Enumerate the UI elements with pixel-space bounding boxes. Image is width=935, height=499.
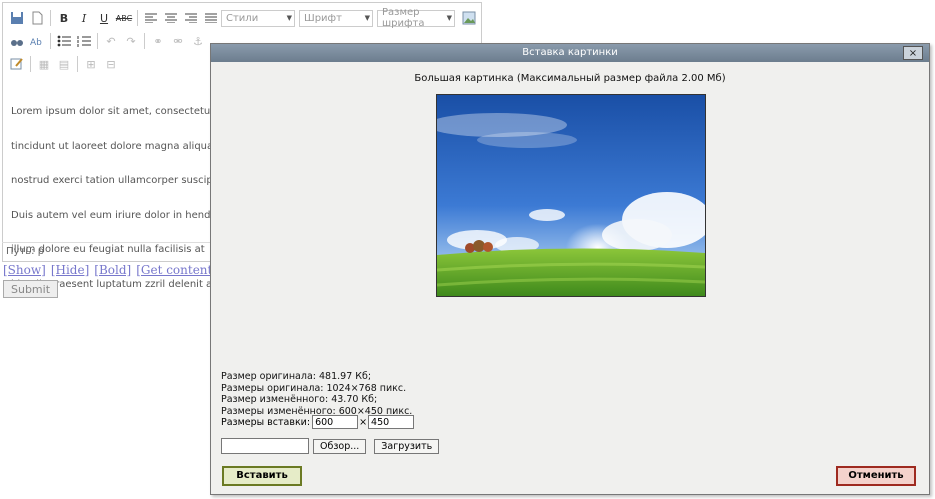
- toolbar-divider: [97, 33, 98, 49]
- chevron-down-icon: ▼: [446, 13, 452, 22]
- width-input[interactable]: [312, 415, 359, 429]
- table-props-icon[interactable]: ▤: [54, 54, 74, 74]
- redo-icon[interactable]: ↷: [121, 31, 141, 51]
- insert-dimensions-label: Размеры вставки:: [221, 416, 311, 428]
- original-dimensions-text: Размеры оригинала: 1024×768 пикс.: [221, 382, 407, 394]
- font-size-select[interactable]: Размер шрифта ▼: [377, 7, 455, 29]
- browse-button[interactable]: Обзор...: [313, 438, 367, 454]
- new-document-icon[interactable]: [27, 8, 47, 28]
- font-size-select-label: Размер шрифта: [382, 7, 425, 29]
- upload-button[interactable]: Загрузить: [374, 438, 440, 454]
- file-upload-row: Обзор... Загрузить: [221, 438, 440, 454]
- numbered-list-icon[interactable]: [74, 31, 94, 51]
- unlink-icon[interactable]: ⚮: [168, 31, 188, 51]
- insert-image-dialog: Вставка картинки × Большая картинка (Мак…: [210, 43, 930, 495]
- align-right-icon[interactable]: [181, 8, 201, 28]
- strikethrough-button[interactable]: ABC: [114, 8, 134, 28]
- toolbar-divider: [77, 56, 78, 72]
- image-info: Размер оригинала: 481.97 Кб; Размеры ори…: [221, 371, 412, 417]
- anchor-icon[interactable]: ⚓: [188, 31, 208, 51]
- close-icon[interactable]: ×: [903, 46, 923, 60]
- submit-button[interactable]: Submit: [3, 280, 58, 298]
- chevron-down-icon: ▼: [286, 13, 292, 22]
- bold-link[interactable]: [Bold]: [94, 263, 131, 277]
- bold-button[interactable]: B: [54, 8, 74, 28]
- align-justify-icon[interactable]: [201, 8, 221, 28]
- insert-row-icon[interactable]: ⊞: [81, 54, 101, 74]
- image-icon[interactable]: [459, 8, 479, 28]
- toolbar-divider: [50, 10, 51, 26]
- svg-text:Ab: Ab: [30, 38, 42, 48]
- resized-size-text: Размер изменённого: 43.70 Кб;: [221, 394, 378, 405]
- edit-icon[interactable]: [7, 54, 27, 74]
- underline-button[interactable]: U: [94, 8, 114, 28]
- replace-icon[interactable]: Ab: [27, 31, 47, 51]
- dimensions-separator: ×: [359, 416, 368, 428]
- chevron-down-icon: ▼: [364, 13, 370, 22]
- table-icon[interactable]: ▦: [34, 54, 54, 74]
- bullet-list-icon[interactable]: [54, 31, 74, 51]
- editor-control-links: [Show][Hide][Bold][Get contents][: [3, 263, 238, 277]
- toolbar-divider: [137, 10, 138, 26]
- toolbar-divider: [50, 33, 51, 49]
- align-center-icon[interactable]: [161, 8, 181, 28]
- dialog-heading: Большая картинка (Максимальный размер фа…: [414, 73, 726, 84]
- cancel-button[interactable]: Отменить: [836, 466, 916, 486]
- align-left-icon[interactable]: [141, 8, 161, 28]
- toolbar-row-2: Ab ↶ ↷ ⚭ ⚮ ⚓: [7, 30, 208, 52]
- file-path-field[interactable]: [221, 438, 309, 454]
- toolbar-divider: [144, 33, 145, 49]
- hide-link[interactable]: [Hide]: [51, 263, 89, 277]
- dialog-title: Вставка картинки: [211, 44, 929, 62]
- save-icon[interactable]: [7, 8, 27, 28]
- style-select[interactable]: Стили ▼: [221, 9, 295, 27]
- insert-column-icon[interactable]: ⊟: [101, 54, 121, 74]
- italic-button[interactable]: I: [74, 8, 94, 28]
- show-link[interactable]: [Show]: [3, 263, 46, 277]
- link-icon[interactable]: ⚭: [148, 31, 168, 51]
- image-preview: [436, 94, 706, 297]
- height-input[interactable]: [368, 415, 415, 429]
- original-size-text: Размер оригинала: 481.97 Кб;: [221, 371, 372, 382]
- insert-dimensions-row: Размеры вставки: ×: [221, 415, 415, 429]
- find-icon[interactable]: [7, 31, 27, 51]
- toolbar-divider: [30, 56, 31, 72]
- font-select[interactable]: Шрифт ▼: [299, 9, 373, 27]
- undo-icon[interactable]: ↶: [101, 31, 121, 51]
- insert-button[interactable]: Вставить: [222, 466, 302, 486]
- style-select-label: Стили: [226, 12, 259, 24]
- font-select-label: Шрифт: [304, 12, 342, 24]
- toolbar-row-1: B I U ABC Стили ▼ Шрифт ▼ Размер шрифта …: [7, 7, 479, 29]
- toolbar-row-3: ▦ ▤ ⊞ ⊟: [7, 53, 121, 75]
